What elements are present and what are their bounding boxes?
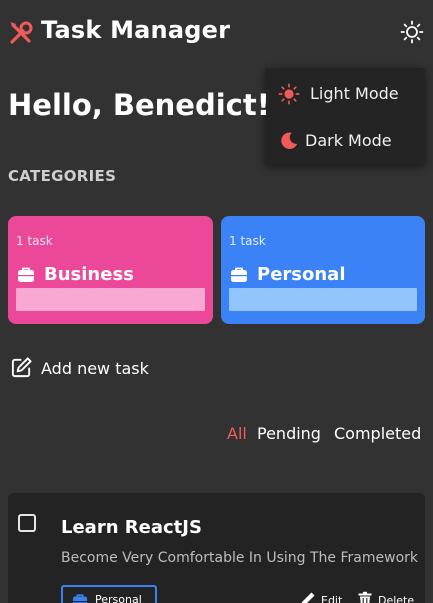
- menu-item-light-mode[interactable]: Light Mode: [265, 71, 425, 115]
- category-task-count: 1 task: [16, 234, 53, 248]
- theme-menu: Light Mode Dark Mode: [265, 68, 425, 165]
- category-progress-bar: [229, 288, 417, 311]
- category-name: Personal: [257, 264, 346, 285]
- briefcase-icon: [72, 594, 88, 603]
- add-task-label: Add new task: [41, 359, 149, 378]
- category-name: Business: [44, 264, 134, 285]
- pencil-icon: [301, 592, 315, 603]
- menu-item-label: Dark Mode: [305, 131, 392, 150]
- menu-item-dark-mode[interactable]: Dark Mode: [265, 118, 425, 162]
- edit-label: Edit: [321, 594, 343, 603]
- app-title: Task Manager: [41, 16, 231, 44]
- task-title: Learn ReactJS: [61, 517, 202, 538]
- menu-item-label: Light Mode: [310, 84, 399, 103]
- briefcase-icon: [18, 267, 34, 282]
- edit-task-button[interactable]: Edit: [300, 591, 352, 603]
- tools-icon: [10, 21, 33, 44]
- task-card: Learn ReactJS Become Very Comfortable In…: [8, 493, 425, 603]
- filter-all[interactable]: All: [227, 424, 247, 443]
- category-card-personal[interactable]: 1 task Personal: [221, 216, 425, 324]
- category-card-business[interactable]: 1 task Business: [8, 216, 213, 324]
- greeting-heading: Hello, Benedict!: [8, 88, 270, 122]
- filter-pending[interactable]: Pending: [257, 424, 321, 443]
- add-task-button[interactable]: Add new task: [10, 355, 170, 381]
- task-filters: All Pending Completed: [0, 424, 433, 446]
- sun-icon: [278, 83, 300, 105]
- edit-square-icon: [11, 357, 32, 378]
- task-description: Become Very Comfortable In Using The Fra…: [61, 550, 418, 566]
- task-checkbox[interactable]: [18, 514, 36, 532]
- task-category-tag[interactable]: Personal: [61, 585, 157, 603]
- moon-icon: [281, 132, 298, 149]
- delete-task-button[interactable]: Delete: [357, 591, 421, 603]
- delete-label: Delete: [378, 594, 415, 603]
- category-progress-bar: [16, 288, 205, 311]
- briefcase-icon: [231, 267, 247, 282]
- app-header: Task Manager: [0, 0, 433, 64]
- task-category-label: Personal: [95, 593, 142, 603]
- trash-icon: [358, 591, 372, 603]
- category-task-count: 1 task: [229, 234, 266, 248]
- filter-completed[interactable]: Completed: [334, 424, 421, 443]
- sun-icon[interactable]: [400, 20, 424, 44]
- categories-title: CATEGORIES: [8, 167, 117, 185]
